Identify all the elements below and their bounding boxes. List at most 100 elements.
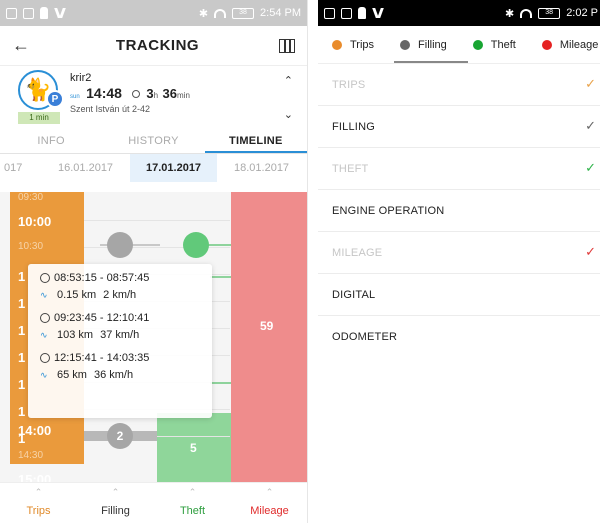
filter-filling[interactable]: Filling <box>400 39 447 51</box>
trip-details-popup[interactable]: 08:53:15 - 08:57:45 ∿ 0.15 km 2 km/h 09:23… <box>28 264 212 418</box>
app-bar: ← TRACKING <box>0 26 307 66</box>
tab-timeline[interactable]: TIMELINE <box>204 130 307 153</box>
category-filter-bar: Trips Filling Theft Mileage <box>318 26 600 64</box>
route-icon: ∿ <box>40 329 48 340</box>
status-time: 2:54 PM <box>260 7 301 19</box>
page-title: TRACKING <box>115 37 200 54</box>
mileage-column[interactable] <box>231 192 307 482</box>
vehicle-card[interactable]: 🐈 P 1 min krir2 sun 14:48 3h 36min Szent… <box>0 66 307 130</box>
trip-speed: 37 km/h <box>100 329 140 341</box>
person-icon <box>40 7 48 19</box>
network-icon <box>54 7 66 19</box>
date-prev-partial[interactable]: 017 <box>4 154 22 182</box>
chevron-up-icon[interactable]: ⌃ <box>284 74 293 87</box>
hour-label: 1 <box>18 350 26 365</box>
option-label: TRIPS <box>332 78 366 91</box>
trip-distance: 65 km <box>57 369 87 381</box>
trip-time-range: 09:23:45 - 12:10:41 <box>54 312 150 324</box>
chevron-up-icon: ⌃ <box>111 487 120 497</box>
person-icon <box>358 7 366 19</box>
active-filter-indicator <box>394 61 468 63</box>
clock-icon <box>131 90 140 98</box>
back-arrow-icon[interactable]: ← <box>12 35 36 56</box>
theft-dot-icon <box>472 39 483 50</box>
hour-label: 1 <box>18 296 26 311</box>
tab-history[interactable]: HISTORY <box>102 130 204 153</box>
nav-trips[interactable]: ⌃ Trips <box>0 483 77 523</box>
tab-info[interactable]: INFO <box>0 130 102 153</box>
theft-connector <box>210 382 231 384</box>
wifi-icon <box>520 8 533 18</box>
status-time: 2:02 P <box>566 7 598 19</box>
hour-label: 15:00 <box>18 472 52 482</box>
check-icon: ✓ <box>585 244 596 259</box>
route-icon: ∿ <box>40 289 48 300</box>
filling-marker[interactable] <box>107 232 133 258</box>
theft-marker[interactable] <box>183 232 209 258</box>
option-row-engine-operation[interactable]: ENGINE OPERATION <box>318 190 600 232</box>
theft-count: 5 <box>190 441 197 455</box>
wifi-icon <box>214 8 227 18</box>
hour-label: 1 <box>18 404 26 419</box>
notification-icon <box>324 7 335 19</box>
nav-mileage[interactable]: ⌃ Mileage <box>231 483 307 523</box>
map-icon[interactable] <box>279 38 295 53</box>
filter-mileage-label: Mileage <box>559 38 599 51</box>
parking-badge: P <box>46 90 64 108</box>
nav-mileage-label: Mileage <box>250 505 289 517</box>
bluetooth-icon: ✱ <box>504 7 515 20</box>
bottom-nav: ⌃ Trips ⌃ Filling ⌃ Theft ⌃ Mileage <box>0 482 307 523</box>
tracking-screen: ✱ 38 2:54 PM ← TRACKING 🐈 P 1 min krir2 … <box>0 0 308 523</box>
vehicle-time-prefix: sun <box>70 94 80 100</box>
filter-theft[interactable]: Theft <box>472 39 516 51</box>
option-row-filling[interactable]: FILLING ✓ <box>318 106 600 148</box>
vehicle-time: 14:48 <box>86 85 122 101</box>
trip-speed: 36 km/h <box>93 369 134 381</box>
filter-mileage[interactable]: Mileage <box>541 38 599 51</box>
hour-label: 1 <box>18 269 26 284</box>
option-row-digital[interactable]: DIGITAL <box>318 274 600 316</box>
trips-dot-icon <box>332 39 342 50</box>
chevron-down-icon[interactable]: ⌄ <box>284 108 293 121</box>
route-icon: ∿ <box>40 369 48 380</box>
battery-icon: 38 <box>538 7 561 19</box>
hour-label: 14:30 <box>18 450 44 461</box>
option-row-theft[interactable]: THEFT ✓ <box>318 148 600 190</box>
option-row-trips[interactable]: TRIPS ✓ <box>318 64 600 106</box>
nav-theft[interactable]: ⌃ Theft <box>154 483 231 523</box>
duration-hours-unit: h <box>153 91 159 100</box>
filling-count: 2 <box>116 429 124 443</box>
filter-screen: ✱ 38 2:02 P Trips Filling Theft Mileage … <box>318 0 600 523</box>
chevron-up-icon: ⌃ <box>265 487 274 497</box>
option-label: FILLING <box>332 120 375 133</box>
trip-distance: 103 km <box>57 329 94 341</box>
nav-filling[interactable]: ⌃ Filling <box>77 483 154 523</box>
hour-label: 10:30 <box>18 241 44 252</box>
option-label: THEFT <box>332 162 369 175</box>
filter-trips[interactable]: Trips <box>332 39 374 51</box>
check-icon: ✓ <box>585 160 596 175</box>
option-row-odometer[interactable]: ODOMETER <box>318 316 600 358</box>
option-row-mileage[interactable]: MILEAGE ✓ <box>318 232 600 274</box>
option-label: DIGITAL <box>332 288 376 301</box>
hour-label: 09:30 <box>18 192 44 203</box>
chevron-up-icon: ⌃ <box>188 487 197 497</box>
trip-segment: 09:23:45 - 12:10:41 ∿ 103 km 37 km/h <box>40 312 200 341</box>
filter-trips-label: Trips <box>350 38 375 51</box>
date-item[interactable]: 18.01.2017 <box>234 154 289 182</box>
status-badge: 1 min <box>18 112 60 124</box>
filling-dot-icon <box>400 39 411 50</box>
clock-icon <box>40 313 50 323</box>
trip-segment: 08:53:15 - 08:57:45 ∿ 0.15 km 2 km/h <box>40 272 200 301</box>
date-item[interactable]: 16.01.2017 <box>58 154 113 182</box>
mileage-count: 59 <box>260 319 274 333</box>
status-bar: ✱ 38 2:54 PM <box>0 0 307 26</box>
clock-icon <box>40 353 50 363</box>
option-label: MILEAGE <box>332 246 383 259</box>
chevron-up-icon: ⌃ <box>34 487 43 497</box>
tab-bar: INFO HISTORY TIMELINE <box>0 130 307 154</box>
filling-count-marker[interactable]: 2 <box>107 423 133 449</box>
nav-theft-label: Theft <box>179 505 206 517</box>
date-selected[interactable]: 17.01.2017 <box>130 154 218 182</box>
vehicle-name: krir2 <box>70 72 92 84</box>
